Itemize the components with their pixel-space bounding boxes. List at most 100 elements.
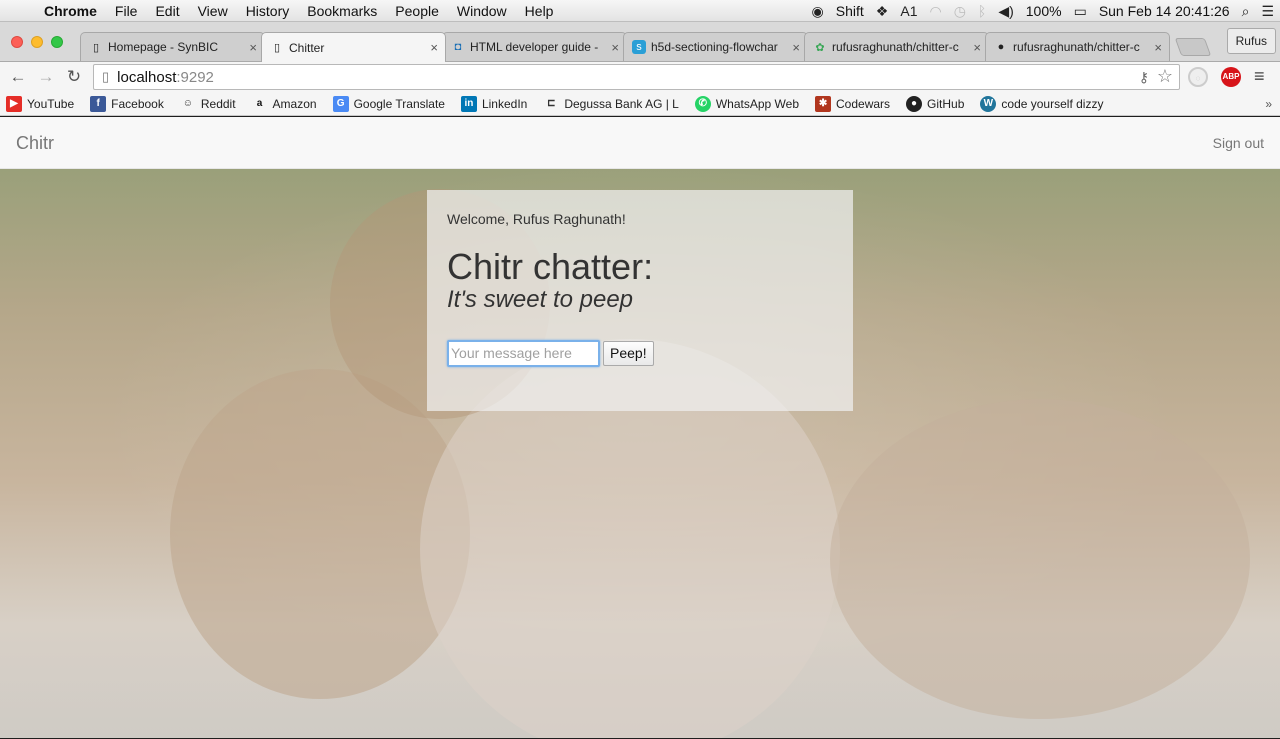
translate-icon: G xyxy=(332,95,349,112)
battery-percent[interactable]: 100% xyxy=(1020,3,1068,19)
sign-out-link[interactable]: Sign out xyxy=(1213,135,1264,151)
notification-center-icon[interactable]: ☰ xyxy=(1255,3,1280,20)
close-tab-icon[interactable]: × xyxy=(249,40,257,55)
bookmark-label: Amazon xyxy=(272,96,317,111)
browser-toolbar: ← → ↻ ▯ localhost:9292 ⚷ ☆ ◌ ABP ≡ xyxy=(0,62,1280,92)
chrome-menu-icon[interactable]: ≡ xyxy=(1254,66,1265,87)
menu-history[interactable]: History xyxy=(237,3,299,19)
page-title: Chitr chatter: xyxy=(447,246,654,287)
key-icon[interactable]: ⚷ xyxy=(1139,69,1149,86)
url-host: localhost xyxy=(117,68,177,86)
youtube-icon: ▶ xyxy=(6,95,22,112)
tab-title: Homepage - SynBIC xyxy=(108,40,219,54)
close-tab-icon[interactable]: × xyxy=(1154,40,1162,55)
site-navbar: Chitr Sign out xyxy=(0,117,1280,169)
linkedin-icon: in xyxy=(460,95,477,112)
adobe-icon[interactable]: A1 xyxy=(894,3,923,19)
menu-file[interactable]: File xyxy=(106,3,147,19)
menu-people[interactable]: People xyxy=(386,3,448,19)
tab-title: HTML developer guide - xyxy=(470,40,599,54)
message-input[interactable] xyxy=(447,339,600,367)
tab-title: rufusraghunath/chitter-c xyxy=(1013,40,1140,54)
menu-edit[interactable]: Edit xyxy=(146,3,188,19)
bookmark-whatsapp[interactable]: ✆ WhatsApp Web xyxy=(694,95,800,112)
bookmark-code-yourself-dizzy[interactable]: Wcode yourself dizzy xyxy=(980,95,1104,112)
bookmark-label: GitHub xyxy=(927,96,965,111)
bookmark-google-translate[interactable]: G Google Translate xyxy=(332,95,445,112)
github-icon: ● xyxy=(906,95,923,112)
bookmark-label: Google Translate xyxy=(353,96,445,111)
menu-bookmarks[interactable]: Bookmarks xyxy=(298,3,386,19)
chitter-panel: Welcome, Rufus Raghunath! Chitr chatter:… xyxy=(427,190,853,411)
reload-icon[interactable]: ↻ xyxy=(60,67,88,87)
back-arrow-icon[interactable]: ← xyxy=(4,67,32,87)
bookmark-facebook[interactable]: f Facebook xyxy=(90,95,164,112)
clock[interactable]: Sun Feb 14 20:41:26 xyxy=(1093,3,1236,19)
bookmark-youtube[interactable]: ▶ YouTube xyxy=(6,95,75,112)
bluetooth-icon[interactable]: ᛒ xyxy=(972,3,992,19)
bookmark-label: code yourself dizzy xyxy=(1001,96,1104,111)
peep-form: Peep! xyxy=(447,339,833,367)
reddit-icon: ☺ xyxy=(182,98,193,109)
peep-button[interactable]: Peep! xyxy=(603,340,654,366)
extension-icon[interactable]: ◌ xyxy=(1188,67,1208,87)
web-page: Chitr Sign out Welcome, Rufus Raghunath!… xyxy=(0,117,1280,738)
tab-homepage-synbic[interactable]: ▯ Homepage - SynBIC × xyxy=(80,32,265,61)
menu-window[interactable]: Window xyxy=(448,3,516,19)
url-port: :9292 xyxy=(176,68,214,86)
profile-button[interactable]: Rufus xyxy=(1226,28,1276,54)
menu-view[interactable]: View xyxy=(189,3,237,19)
degussa-icon: ⊏ xyxy=(547,98,556,109)
bookmark-reddit[interactable]: ☺ Reddit xyxy=(180,96,236,112)
page-icon: ▯ xyxy=(102,69,110,84)
bookmark-label: Reddit xyxy=(200,96,236,111)
wifi-icon[interactable]: ◠ xyxy=(923,3,947,20)
dropbox-icon[interactable]: ❖ xyxy=(870,3,895,20)
close-tab-icon[interactable]: × xyxy=(792,40,800,55)
bookmark-label: WhatsApp Web xyxy=(715,96,800,111)
bookmark-label: Degussa Bank AG | L xyxy=(564,96,679,111)
menu-app-chrome[interactable]: Chrome xyxy=(40,3,106,19)
tab-chitter-repo-code[interactable]: ✿ rufusraghunath/chitter-c × xyxy=(804,32,989,61)
tab-html-developer-guide[interactable]: ◘ HTML developer guide - × xyxy=(442,32,627,61)
bookmark-label: YouTube xyxy=(27,96,75,111)
minimize-window-button[interactable] xyxy=(31,36,43,48)
bookmark-github[interactable]: ● GitHub xyxy=(906,95,965,112)
amazon-icon: a xyxy=(256,98,263,109)
tab-chitter-repo-github[interactable]: ● rufusraghunath/chitter-c × xyxy=(985,32,1170,61)
forward-arrow-icon[interactable]: → xyxy=(32,67,60,87)
address-bar[interactable]: ▯ localhost:9292 ⚷ ☆ xyxy=(93,64,1180,90)
bookmark-amazon[interactable]: a Amazon xyxy=(252,96,317,112)
spotlight-icon[interactable]: ⌕ xyxy=(1236,3,1256,20)
volume-icon[interactable]: ◀) xyxy=(992,3,1019,20)
bookmark-star-icon[interactable]: ☆ xyxy=(1157,66,1173,87)
tab-title: rufusraghunath/chitter-c xyxy=(832,40,959,54)
bookmark-codewars[interactable]: ✱ Codewars xyxy=(815,95,890,112)
battery-icon[interactable]: ▭ xyxy=(1068,3,1093,20)
page-icon: ▯ xyxy=(273,42,281,54)
time-machine-icon[interactable]: ◷ xyxy=(948,3,972,20)
more-bookmarks-icon[interactable]: » xyxy=(1265,97,1272,111)
welcome-message: Welcome, Rufus Raghunath! xyxy=(447,211,626,227)
adblock-plus-icon[interactable]: ABP xyxy=(1221,67,1241,87)
notification-count: 1 xyxy=(909,3,918,19)
zoom-window-button[interactable] xyxy=(51,36,63,48)
tab-h5d-sectioning[interactable]: s h5d-sectioning-flowchar × xyxy=(623,32,808,61)
bookmark-linkedin[interactable]: in LinkedIn xyxy=(460,95,527,112)
tabs: ▯ Homepage - SynBIC × ▯ Chitter × ◘ HTML… xyxy=(80,32,1212,62)
new-tab-button[interactable] xyxy=(1174,38,1212,56)
close-window-button[interactable] xyxy=(11,36,23,48)
tagline: It's sweet to peep xyxy=(447,285,634,313)
bookmarks-bar: ▶ YouTube f Facebook ☺ Reddit a Amazon G Goog… xyxy=(0,92,1280,116)
close-tab-icon[interactable]: × xyxy=(973,40,981,55)
close-tab-icon[interactable]: × xyxy=(430,40,438,55)
bookmark-degussa[interactable]: ⊏ Degussa Bank AG | L xyxy=(543,96,679,112)
status-circle-icon[interactable]: ◉ xyxy=(806,3,830,20)
close-tab-icon[interactable]: × xyxy=(611,40,619,55)
brand-logo[interactable]: Chitr xyxy=(16,133,54,154)
shift-status[interactable]: Shift xyxy=(830,3,870,19)
github-icon: ● xyxy=(997,41,1005,53)
tab-chitter[interactable]: ▯ Chitter × xyxy=(261,32,446,62)
code-icon: ✿ xyxy=(815,41,825,54)
menu-help[interactable]: Help xyxy=(516,3,563,19)
